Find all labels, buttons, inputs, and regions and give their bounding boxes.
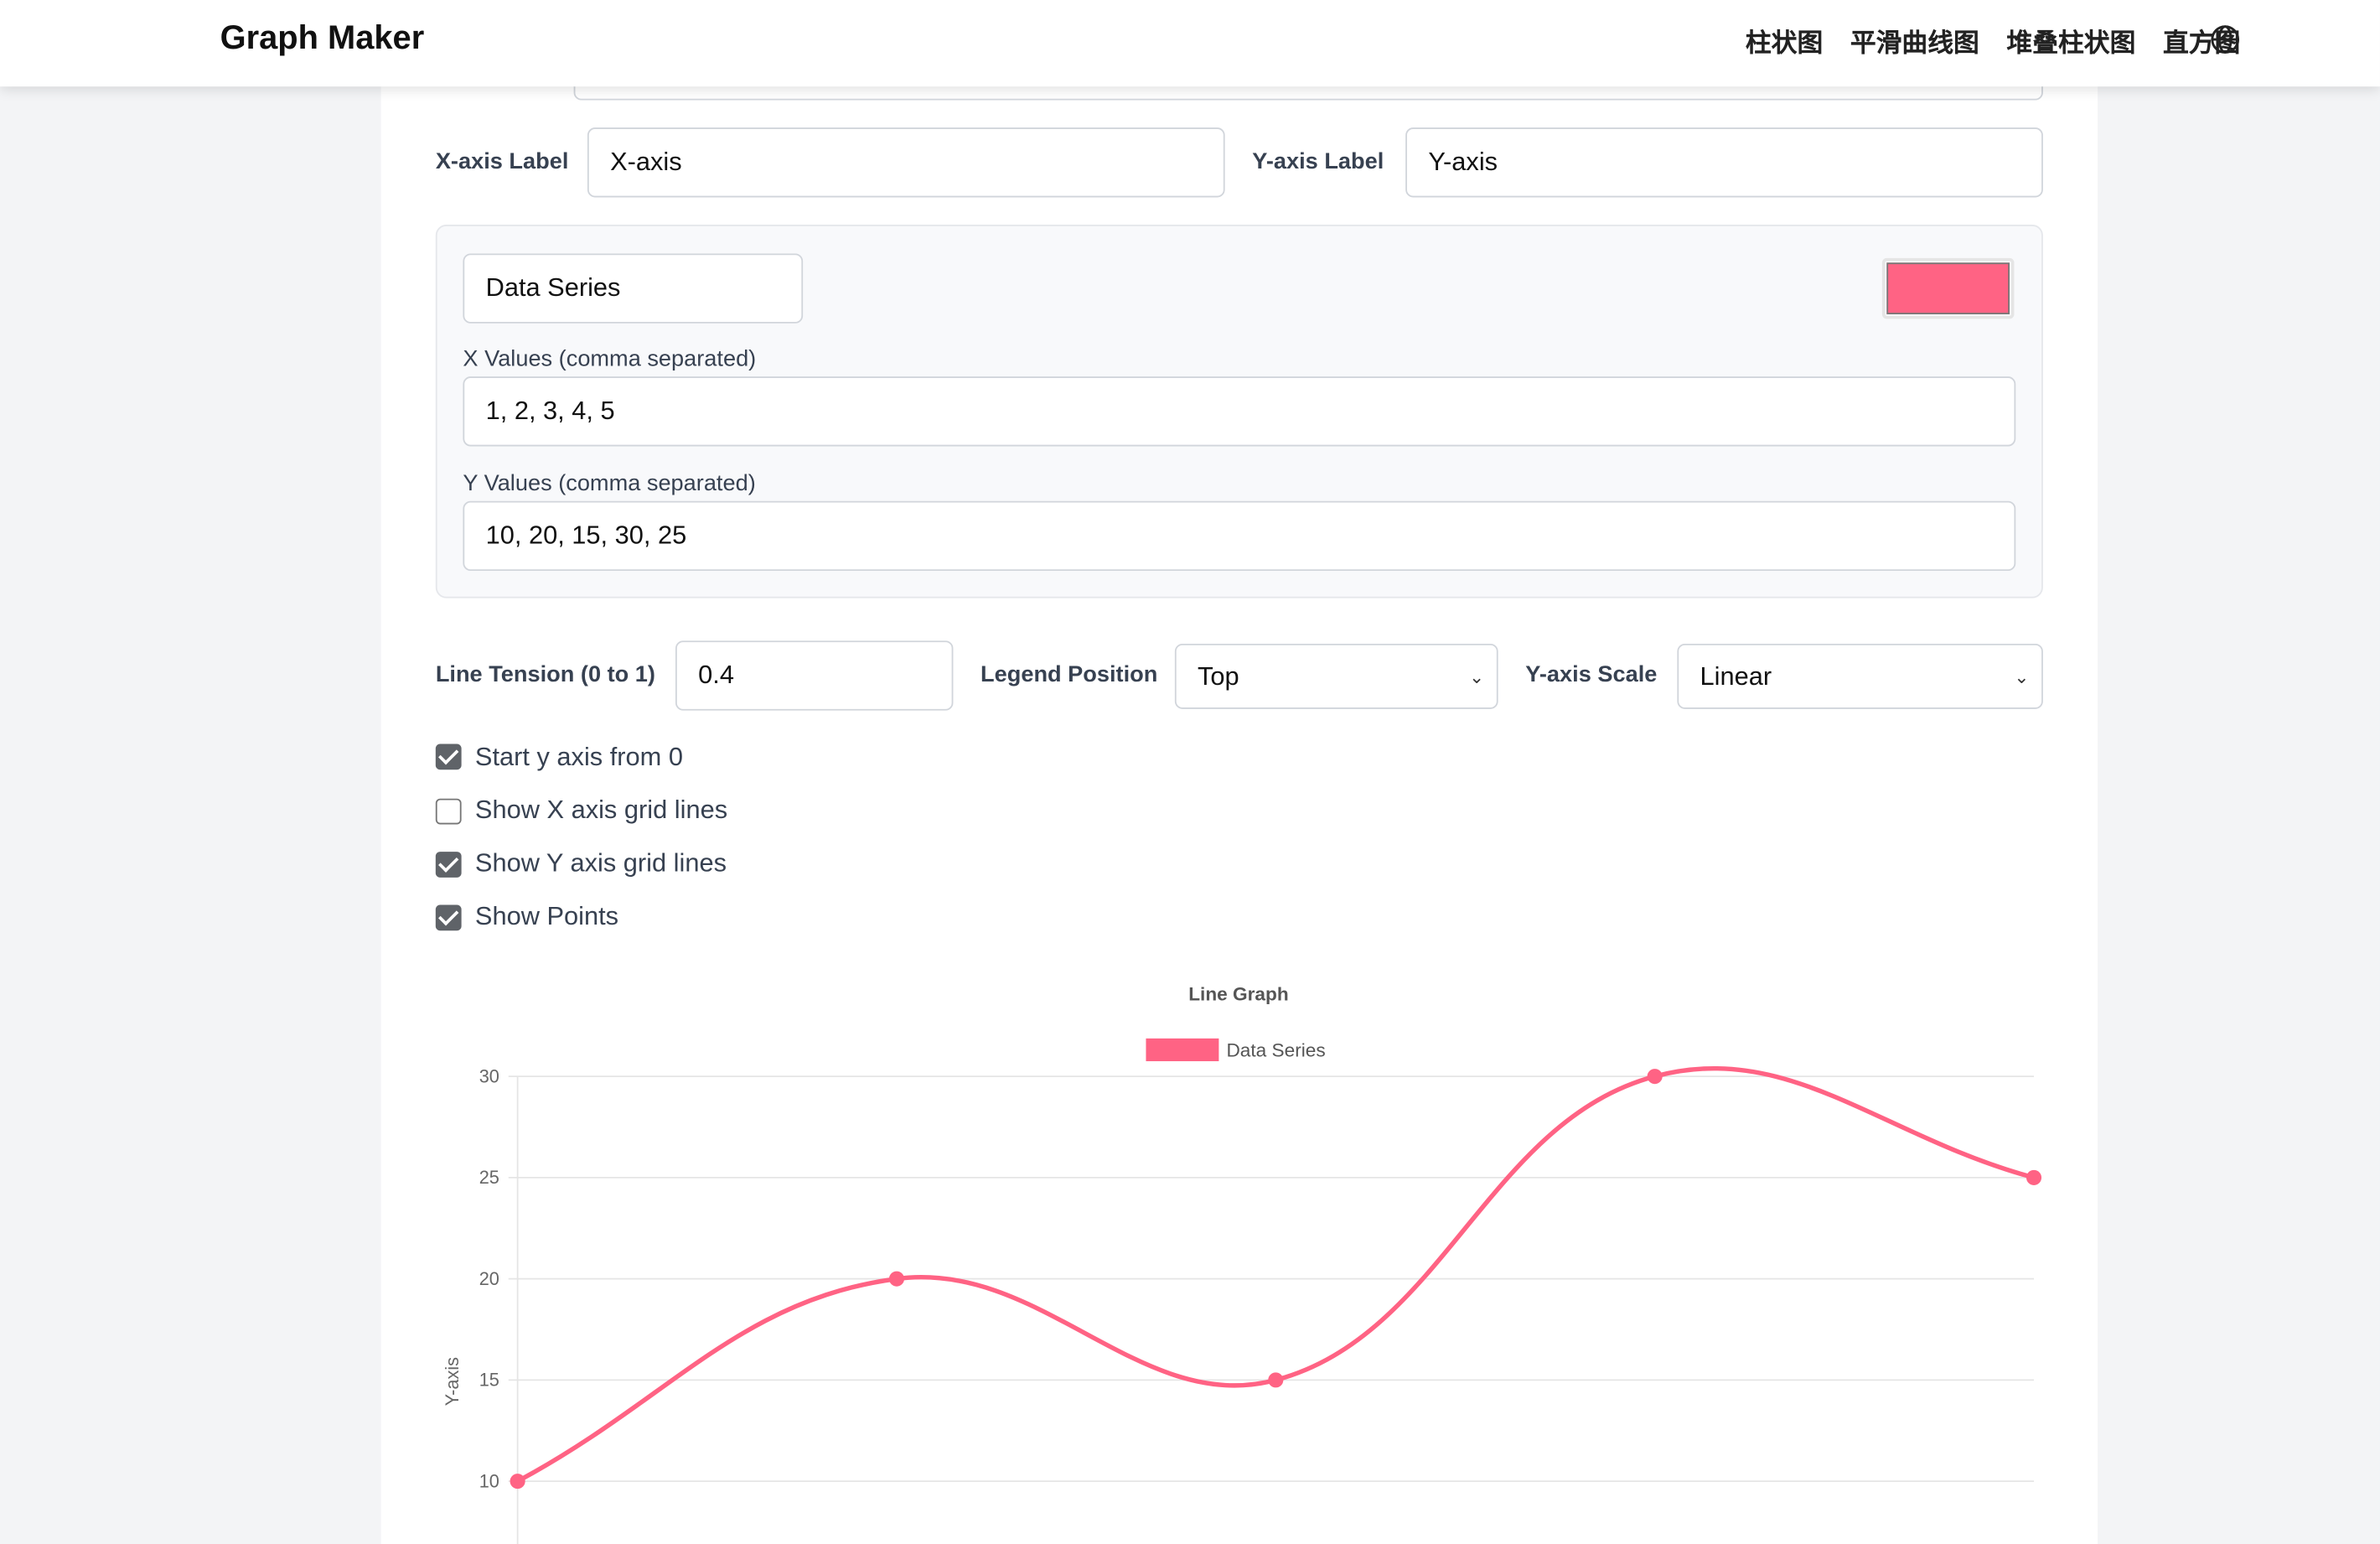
brand-logo[interactable]: Graph Maker [220, 18, 425, 58]
y-tick-label: 15 [479, 1370, 499, 1391]
nav-bar-chart[interactable]: 柱状图 [1746, 21, 1823, 59]
y-axis-title: Y-axis [442, 1357, 463, 1406]
data-point [2026, 1169, 2042, 1185]
data-point [1647, 1069, 1663, 1085]
chart-title: Line Graph [1188, 984, 1288, 1005]
legend-label[interactable]: Data Series [1226, 1040, 1325, 1061]
y-tick-label: 20 [479, 1268, 499, 1289]
line-chart: Line Graph Data Series Y-axis 10 15 20 25 30 [442, 984, 2042, 1544]
data-point [888, 1271, 905, 1287]
legend-swatch[interactable] [1146, 1038, 1219, 1062]
series-line [516, 1066, 2035, 1484]
data-point [510, 1474, 525, 1490]
y-tick-label: 25 [479, 1167, 499, 1188]
nav-links: 柱状图 平滑曲线图 堆叠柱状图 直方图 [1746, 21, 2240, 59]
y-tick-label: 30 [479, 1065, 499, 1086]
data-point [1268, 1372, 1284, 1388]
nav-smooth-line[interactable]: 平滑曲线图 [1850, 21, 1979, 59]
nav-stacked-bar[interactable]: 堆叠柱状图 [2006, 21, 2135, 59]
globe-icon[interactable] [2210, 24, 2240, 54]
y-tick-label: 10 [479, 1470, 499, 1491]
top-navbar: Graph Maker 柱状图 平滑曲线图 堆叠柱状图 直方图 [0, 0, 2380, 87]
